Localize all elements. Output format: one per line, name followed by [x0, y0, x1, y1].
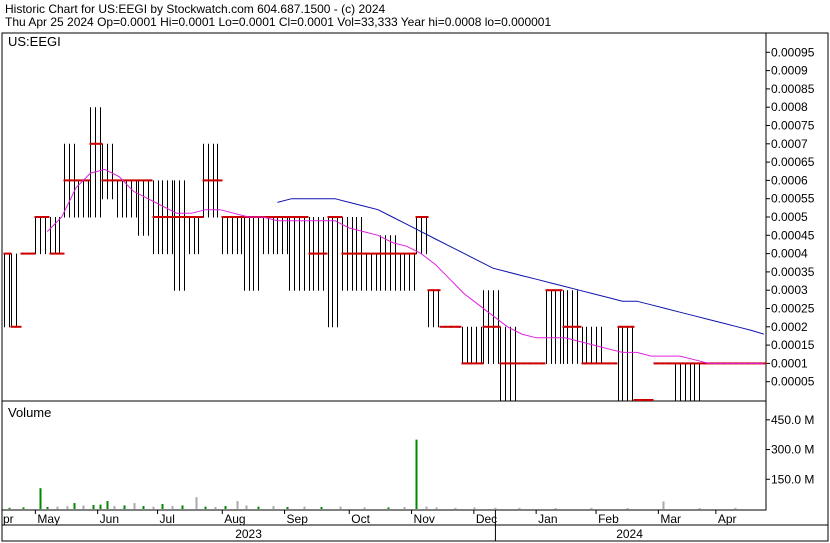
- price-y-tick-label: 0.0003: [771, 283, 808, 297]
- price-y-tick-label: 0.00075: [771, 119, 815, 133]
- price-y-tick-label: 0.00045: [771, 228, 815, 242]
- month-label: Sep: [287, 512, 309, 526]
- volume-y-axis: 150.0 M 300.0 M 450.0 M: [766, 413, 814, 486]
- price-y-tick-label: 0.0007: [771, 137, 808, 151]
- price-panel: [1, 32, 767, 402]
- month-label: Jun: [100, 512, 119, 526]
- chart-header-line1: Historic Chart for US:EEGI by Stockwatch…: [5, 2, 385, 16]
- month-label: Nov: [414, 512, 435, 526]
- month-label: Jan: [538, 512, 557, 526]
- volume-y-tick-label: 150.0 M: [771, 472, 814, 486]
- price-y-tick-label: 0.00085: [771, 82, 815, 96]
- month-label: Feb: [598, 512, 619, 526]
- price-y-axis: 0.00005 0.0001 0.00015 0.0002 0.00025 0.0003 0…: [766, 45, 815, 389]
- price-y-tick-label: 0.0005: [771, 210, 808, 224]
- price-y-tick-label: 0.00095: [771, 45, 815, 59]
- price-y-tick-label: 0.0004: [771, 247, 808, 261]
- price-y-tick-label: 0.00025: [771, 302, 815, 316]
- price-y-tick-label: 0.00015: [771, 338, 815, 352]
- year-label: 2023: [235, 527, 262, 541]
- chart-header-line2: Thu Apr 25 2024 Op=0.0001 Hi=0.0001 Lo=0…: [5, 15, 551, 29]
- volume-y-tick-label: 300.0 M: [771, 443, 814, 457]
- symbol-label: US:EEGI: [8, 34, 61, 49]
- price-y-tick-label: 0.00035: [771, 265, 815, 279]
- month-label: May: [37, 512, 60, 526]
- price-y-tick-label: 0.00055: [771, 192, 815, 206]
- stock-chart: Historic Chart for US:EEGI by Stockwatch…: [1, 2, 829, 542]
- month-label: Apr: [718, 512, 737, 526]
- month-label: Mar: [660, 512, 681, 526]
- price-y-tick-label: 0.0002: [771, 320, 808, 334]
- month-label: Jul: [160, 512, 175, 526]
- volume-panel: [1, 400, 767, 511]
- year-label: 2024: [616, 527, 643, 541]
- price-y-tick-label: 0.0008: [771, 100, 808, 114]
- volume-label: Volume: [8, 405, 51, 420]
- month-label: pr: [3, 512, 14, 526]
- month-label: Dec: [476, 512, 497, 526]
- volume-y-tick-label: 450.0 M: [771, 413, 814, 427]
- month-x-axis: pr May Jun Jul Aug Sep Oct Nov Dec Jan Feb Mar Apr: [3, 510, 737, 526]
- price-y-tick-label: 0.00005: [771, 375, 815, 389]
- price-y-tick-label: 0.0001: [771, 356, 808, 370]
- price-y-tick-label: 0.0006: [771, 173, 808, 187]
- month-label: Oct: [351, 512, 370, 526]
- month-label: Aug: [224, 512, 245, 526]
- price-y-tick-label: 0.00065: [771, 155, 815, 169]
- price-y-tick-label: 0.0009: [771, 64, 808, 78]
